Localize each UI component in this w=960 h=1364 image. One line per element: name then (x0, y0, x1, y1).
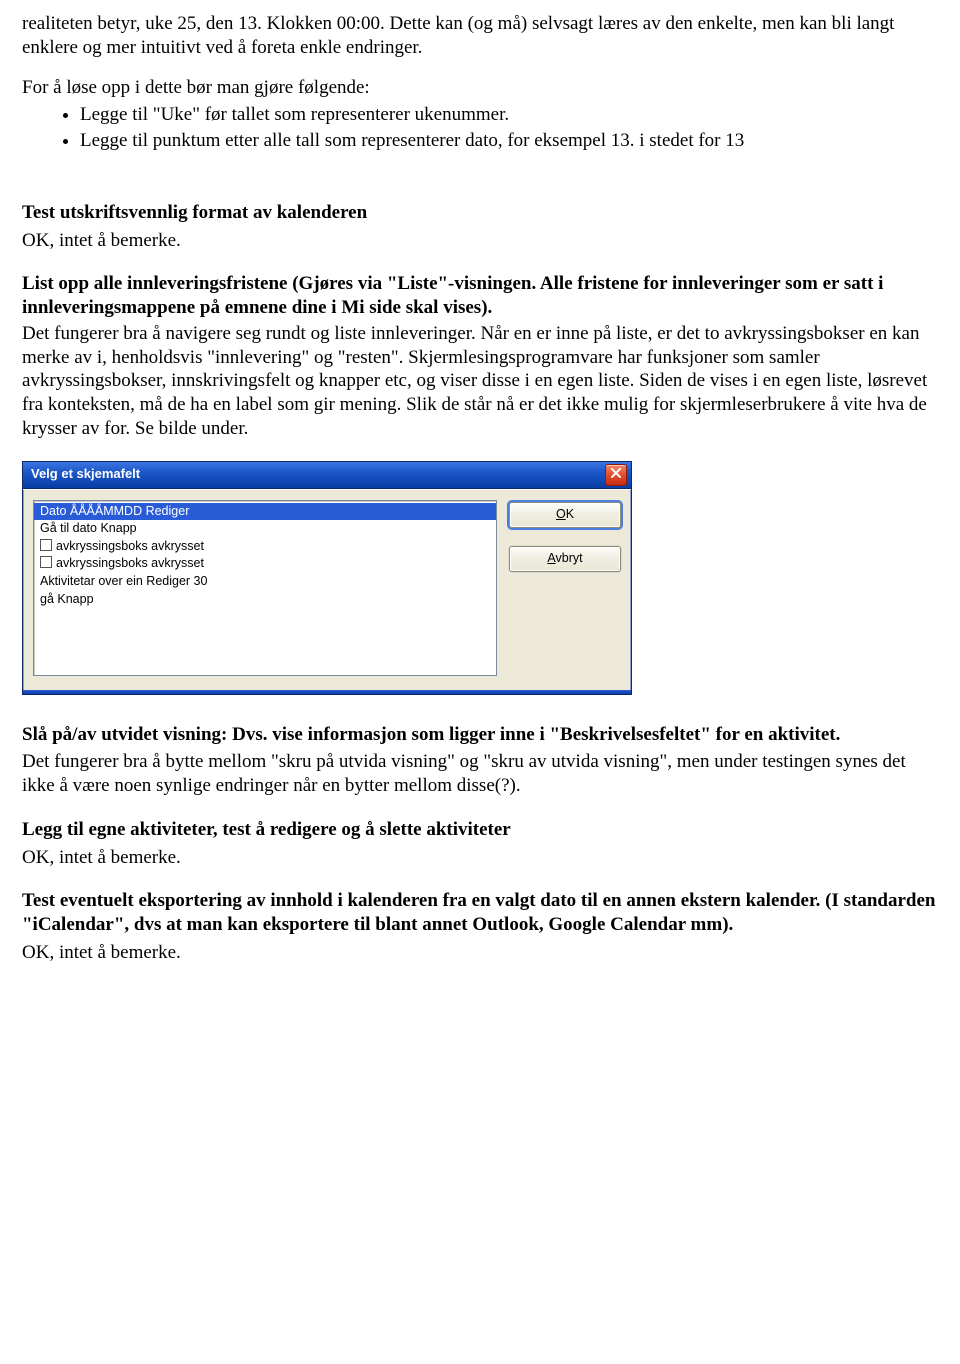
dialog-bottom-border (23, 690, 631, 694)
form-field-listbox[interactable]: Dato ÅÅÅÅMMDD Rediger Gå til dato Knapp … (33, 500, 497, 676)
list-item[interactable]: Dato ÅÅÅÅMMDD Rediger (34, 503, 496, 521)
section-extended-body: Det fungerer bra å bytte mellom "skru på… (22, 750, 938, 798)
section-list-paragraph: List opp alle innleveringsfristene (Gjør… (22, 272, 938, 320)
section-print-title: Test utskriftsvennlig format av kalender… (22, 201, 938, 225)
dialog-titlebar: Velg et skjemafelt (23, 462, 631, 489)
intro-bullet-1: Legge til "Uke" før tallet som represent… (80, 103, 938, 127)
section-extended-title: Slå på/av utvidet visning: Dvs. vise inf… (22, 723, 938, 747)
section-export-body: OK, intet å bemerke. (22, 941, 938, 965)
intro-paragraph-2: For å løse opp i dette bør man gjøre føl… (22, 76, 938, 100)
section-export-title: Test eventuelt eksportering av innhold i… (22, 889, 938, 937)
intro-paragraph-1: realiteten betyr, uke 25, den 13. Klokke… (22, 12, 938, 60)
ok-button[interactable]: OK (509, 502, 621, 528)
list-item[interactable]: avkryssingsboks avkrysset (34, 555, 496, 573)
list-item-label: avkryssingsboks avkrysset (56, 539, 204, 553)
list-item[interactable]: Aktivitetar over ein Rediger 30 (34, 573, 496, 591)
list-item[interactable]: Gå til dato Knapp (34, 520, 496, 538)
dialog-title: Velg et skjemafelt (31, 466, 140, 482)
close-icon (611, 466, 621, 482)
section-print-body: OK, intet å bemerke. (22, 229, 938, 253)
cancel-button[interactable]: Avbryt (509, 546, 621, 572)
checkbox-icon (40, 556, 52, 568)
section-activities-title: Legg til egne aktiviteter, test å redige… (22, 818, 938, 842)
list-item[interactable]: avkryssingsboks avkrysset (34, 538, 496, 556)
section-list-title: List opp alle innleveringsfristene (Gjør… (22, 273, 883, 318)
checkbox-icon (40, 539, 52, 551)
form-field-dialog: Velg et skjemafelt Dato ÅÅÅÅMMDD Rediger… (22, 461, 632, 695)
section-list-body: Det fungerer bra å navigere seg rundt og… (22, 322, 938, 441)
close-button[interactable] (605, 464, 627, 486)
section-activities-body: OK, intet å bemerke. (22, 846, 938, 870)
intro-bullet-2: Legge til punktum etter alle tall som re… (80, 129, 938, 153)
list-item[interactable]: gå Knapp (34, 591, 496, 609)
intro-bullets: Legge til "Uke" før tallet som represent… (22, 103, 938, 153)
list-item-label: avkryssingsboks avkrysset (56, 556, 204, 570)
